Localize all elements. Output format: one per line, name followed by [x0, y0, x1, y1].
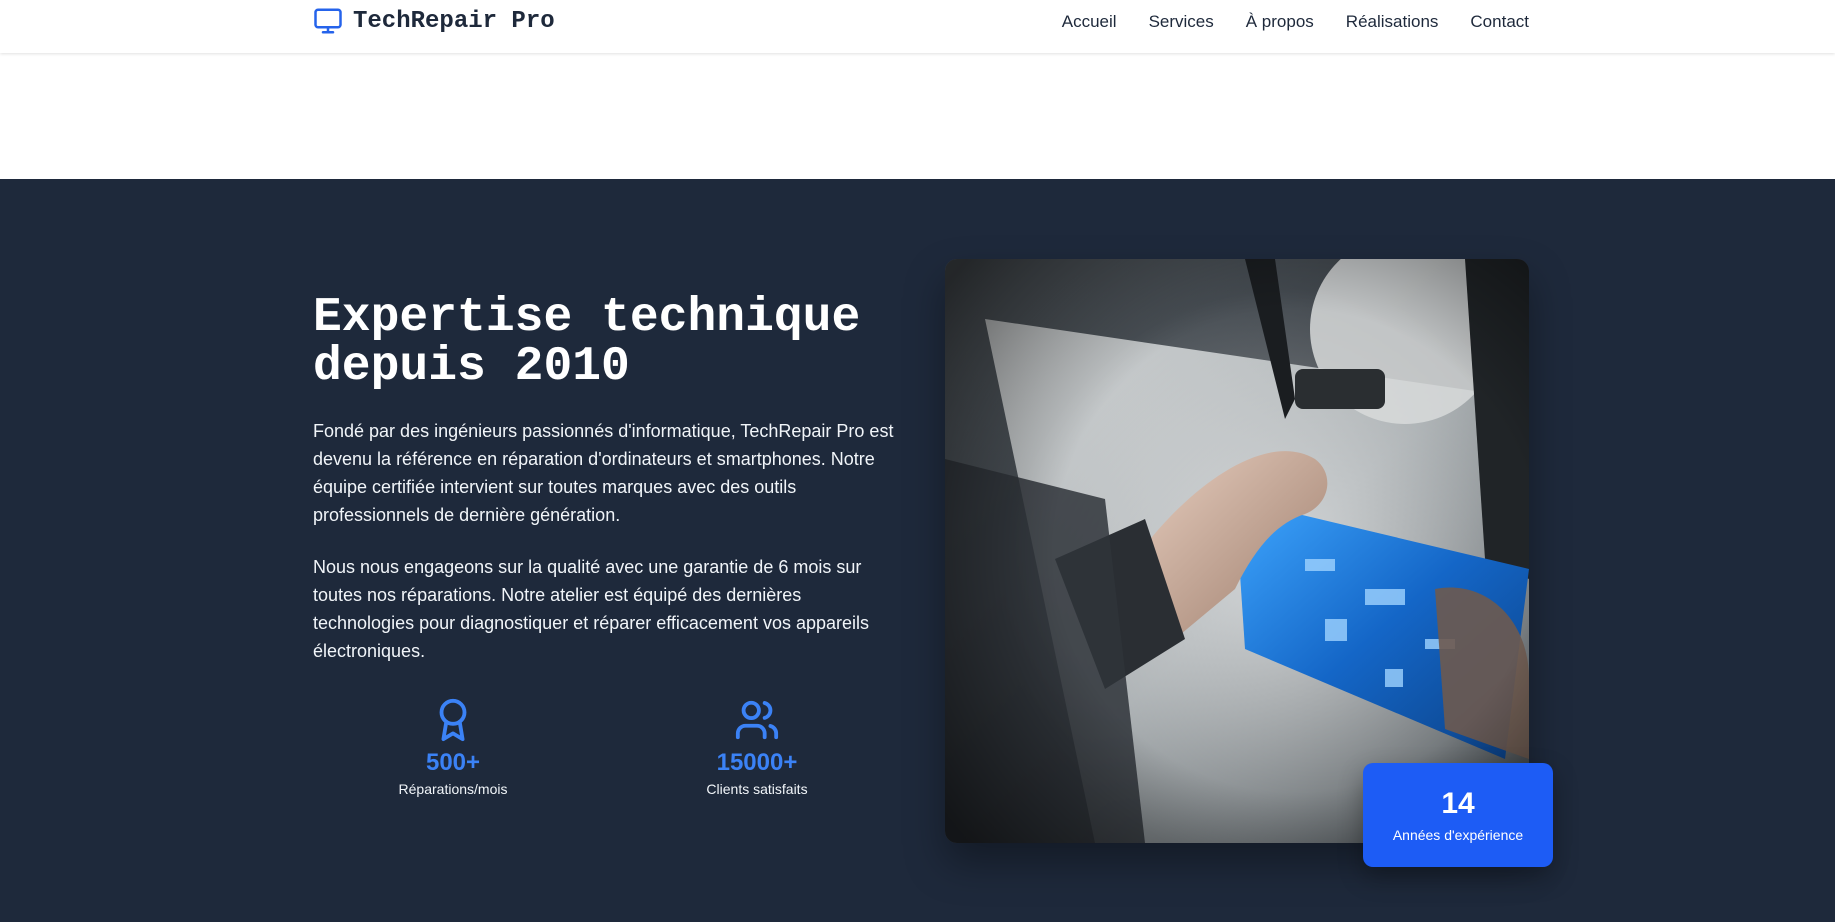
stat-label: Clients satisfaits	[706, 781, 808, 797]
stat-repairs: 500+ Réparations/mois	[353, 697, 553, 799]
stat-value: 15000+	[716, 749, 798, 776]
experience-years: 14	[1441, 787, 1475, 820]
nav-item-a-propos[interactable]: À propos	[1246, 10, 1314, 34]
stat-label: Réparations/mois	[398, 781, 508, 797]
nav-item-realisations[interactable]: Réalisations	[1346, 10, 1439, 34]
award-icon	[430, 697, 476, 743]
about-section: Expertise technique depuis 2010 Fondé pa…	[0, 179, 1835, 922]
experience-badge: 14 Années d'expérience	[1363, 763, 1553, 867]
brand-name: TechRepair Pro	[353, 7, 555, 35]
about-title-line2: depuis 2010	[313, 340, 630, 394]
site-header: TechRepair Pro Accueil Services À propos…	[0, 0, 1835, 53]
about-paragraph-2: Nous nous engageons sur la qualité avec …	[313, 557, 870, 661]
about-title: Expertise technique depuis 2010	[313, 294, 913, 392]
brand-logo[interactable]: TechRepair Pro	[313, 6, 555, 36]
main-nav: Accueil Services À propos Réalisations C…	[1030, 10, 1529, 34]
monitor-icon	[313, 6, 343, 36]
stat-clients: 15000+ Clients satisfaits	[657, 697, 857, 799]
nav-item-contact[interactable]: Contact	[1470, 10, 1529, 34]
about-paragraph-1: Fondé par des ingénieurs passionnés d'in…	[313, 421, 894, 525]
users-icon	[734, 697, 780, 743]
stat-value: 500+	[425, 749, 481, 776]
about-title-line1: Expertise technique	[313, 291, 861, 345]
nav-item-accueil[interactable]: Accueil	[1062, 10, 1117, 34]
nav-item-services[interactable]: Services	[1149, 10, 1214, 34]
experience-label: Années d'expérience	[1392, 827, 1524, 843]
circuit-board-repair-photo	[945, 259, 1529, 843]
